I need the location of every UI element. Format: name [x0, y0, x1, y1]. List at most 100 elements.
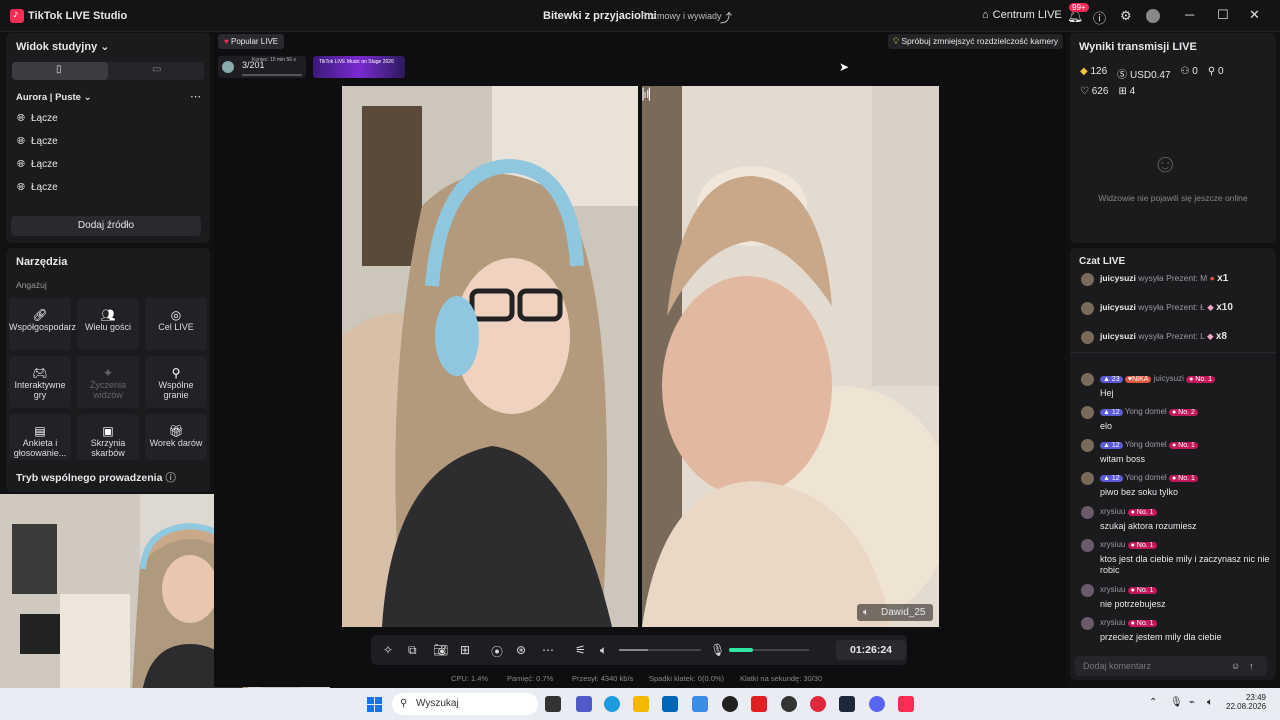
send-icon[interactable]: ↑ — [1249, 656, 1254, 676]
info-icon[interactable]: ⓘ — [165, 472, 176, 484]
gift-user[interactable]: juicysuzi — [1100, 331, 1136, 341]
store-icon[interactable] — [662, 696, 678, 712]
centrum-live-button[interactable]: ⌂ Centrum LIVE — [982, 9, 1062, 21]
app-icon[interactable] — [692, 696, 708, 712]
portrait-option[interactable]: ▯ — [12, 62, 108, 80]
viewer-wishes-tool[interactable]: ✦ Życzenia widzów — [77, 356, 139, 408]
profile-avatar[interactable] — [1146, 9, 1160, 23]
camera-icon[interactable]: 📷︎ — [433, 643, 448, 657]
task-view-icon[interactable] — [545, 696, 561, 712]
chat-user[interactable]: Yong domel — [1125, 407, 1167, 416]
volume-tray-icon[interactable]: 🔈︎ — [1207, 697, 1213, 708]
fan-badge: ♥NIKA — [1124, 376, 1152, 383]
source-item[interactable]: 🌐︎ Łącze — [17, 136, 58, 147]
treasure-chest-tool[interactable]: ▣ Skrzynia skarbów — [77, 414, 139, 460]
magic-wand-icon[interactable]: ✧ — [383, 643, 393, 657]
avatar[interactable] — [1081, 302, 1094, 315]
add-media-icon[interactable]: ⊞ — [460, 643, 470, 657]
ranking-widget[interactable]: 3/201 Koniec: 15 min 56 s — [218, 56, 306, 78]
audio-levels-icon[interactable]: ▕ıl▏ — [642, 88, 657, 101]
avatar[interactable] — [1081, 439, 1094, 452]
gift-bag-tool[interactable]: 🎁︎ Worek darów — [145, 414, 207, 460]
stream-title[interactable]: Bitewki z przyjaciolmi — [543, 10, 657, 22]
maximize-icon[interactable]: ☐ — [1217, 7, 1229, 23]
comment-input[interactable]: Dodaj komentarz ☺ ↑ — [1075, 656, 1267, 676]
avatar[interactable] — [1081, 617, 1094, 630]
chat-user[interactable]: xrysiuu — [1100, 585, 1125, 594]
steam-icon[interactable] — [839, 696, 855, 712]
source-item[interactable]: 🌐︎ Łącze — [17, 182, 58, 193]
studio-view-dropdown[interactable]: Widok studyjny ⌄ — [16, 40, 109, 53]
co-play-tool[interactable]: ⚲ Wspólne granie — [145, 356, 207, 408]
volume-icon[interactable]: 🔈︎ — [600, 643, 607, 658]
mic-slider[interactable] — [729, 648, 809, 652]
replay-icon[interactable]: ⊛ — [516, 643, 526, 657]
add-source-button[interactable]: Dodaj źródło — [11, 216, 201, 236]
source-item[interactable]: 🌐︎ Łącze — [17, 159, 58, 170]
heart-icon: ♥ — [224, 37, 229, 46]
avatar[interactable] — [1081, 539, 1094, 552]
tools-title: Narzędzia — [16, 256, 68, 268]
dropped-frames-stat: Spadki klatek: 0(0.0%) — [649, 674, 725, 683]
app-icon[interactable] — [722, 696, 738, 712]
more-options-icon[interactable]: ⋯ — [190, 90, 201, 103]
opera-icon[interactable] — [810, 696, 826, 712]
chest-icon: ▣ — [102, 424, 114, 438]
chat-user[interactable]: xrysiuu — [1100, 618, 1125, 627]
avatar[interactable] — [1081, 506, 1094, 519]
multi-guest-tool[interactable]: 👥︎ Wielu gości — [77, 298, 139, 350]
orientation-toggle[interactable]: ▯ ▭ — [12, 62, 204, 80]
resolution-hint[interactable]: 💡︎ Spróbuj zmniejszyć rozdzielczość kame… — [888, 34, 1064, 49]
network-icon[interactable]: ⌁ — [1189, 697, 1195, 708]
avatar[interactable] — [1081, 406, 1094, 419]
speaker-icon[interactable]: 🔈︎ — [863, 604, 869, 621]
stream-control-bar: ✧ ⧉ 📷︎ ⊞ ⦿ ⊛ ⋯ ⚟ 🔈︎ 🎙︎ — [371, 635, 907, 665]
chat-user[interactable]: Yong domel — [1125, 473, 1167, 482]
clock[interactable]: 23:49 22.08.2026 — [1226, 693, 1266, 711]
edge-icon[interactable] — [604, 696, 620, 712]
landscape-icon[interactable]: ▭ — [152, 64, 161, 75]
gift-user[interactable]: juicysuzi — [1100, 273, 1136, 283]
avatar[interactable] — [1081, 373, 1094, 386]
cohost-tool[interactable]: 🔗︎ Współgospodarz — [9, 298, 76, 350]
chat-user[interactable]: xrysiuu — [1100, 507, 1125, 516]
poll-tool[interactable]: ▤ Ankieta i głosowanie... — [9, 414, 71, 460]
scene-dropdown[interactable]: Aurora | Puste ⌄ — [16, 92, 92, 103]
avatar[interactable] — [1081, 472, 1094, 485]
interactive-games-tool[interactable]: 🎮︎ Interaktywne gry — [9, 356, 71, 408]
gift-user[interactable]: juicysuzi — [1100, 302, 1136, 312]
close-icon[interactable]: ✕ — [1249, 7, 1260, 23]
help-icon[interactable]: ⓘ — [1093, 8, 1106, 27]
teams-icon[interactable] — [576, 696, 592, 712]
chat-user[interactable]: juicysuzi — [1154, 374, 1184, 383]
avatar[interactable] — [1081, 273, 1094, 286]
source-item[interactable]: 🌐︎ Łącze — [17, 113, 58, 124]
app-icon[interactable] — [781, 696, 797, 712]
file-explorer-icon[interactable] — [633, 696, 649, 712]
minimize-icon[interactable]: ─ — [1185, 7, 1194, 22]
discord-icon[interactable] — [869, 696, 885, 712]
event-banner[interactable]: TikTok LIVE Music on Stage 2026 — [313, 56, 405, 78]
volume-slider[interactable] — [619, 649, 701, 651]
tiktok-live-studio-icon[interactable] — [898, 696, 914, 712]
more-icon[interactable]: ⋯ — [542, 643, 554, 657]
tray-chevron-icon[interactable]: ⌃ — [1149, 697, 1157, 708]
windows-start-icon[interactable] — [367, 697, 382, 712]
popular-live-badge[interactable]: ♥ Popular LIVE — [218, 34, 285, 49]
live-goal-tool[interactable]: ◎ Cel LIVE — [145, 298, 207, 350]
chat-user[interactable]: xrysiuu — [1100, 540, 1125, 549]
viewers-stat: ⚇ 0 — [1181, 66, 1198, 81]
avatar[interactable] — [1081, 584, 1094, 597]
chat-user[interactable]: Yong domel — [1125, 440, 1167, 449]
avatar[interactable] — [1081, 331, 1094, 344]
audio-settings-icon[interactable]: ⚟ — [575, 643, 586, 657]
microphone-icon[interactable]: 🎙︎ — [710, 643, 725, 657]
share-icon[interactable]: ⤴ — [720, 9, 732, 26]
screen-share-icon[interactable]: ⧉ — [408, 643, 417, 658]
taskbar-search[interactable]: ⚲ Wyszukaj — [392, 693, 538, 715]
record-icon[interactable]: ⦿ — [491, 643, 503, 660]
app-icon[interactable] — [751, 696, 767, 712]
tray-mic-icon[interactable]: 🎙︎ — [1170, 697, 1183, 708]
emoji-icon[interactable]: ☺ — [1231, 656, 1240, 676]
settings-gear-icon[interactable]: ⚙ — [1120, 8, 1132, 24]
